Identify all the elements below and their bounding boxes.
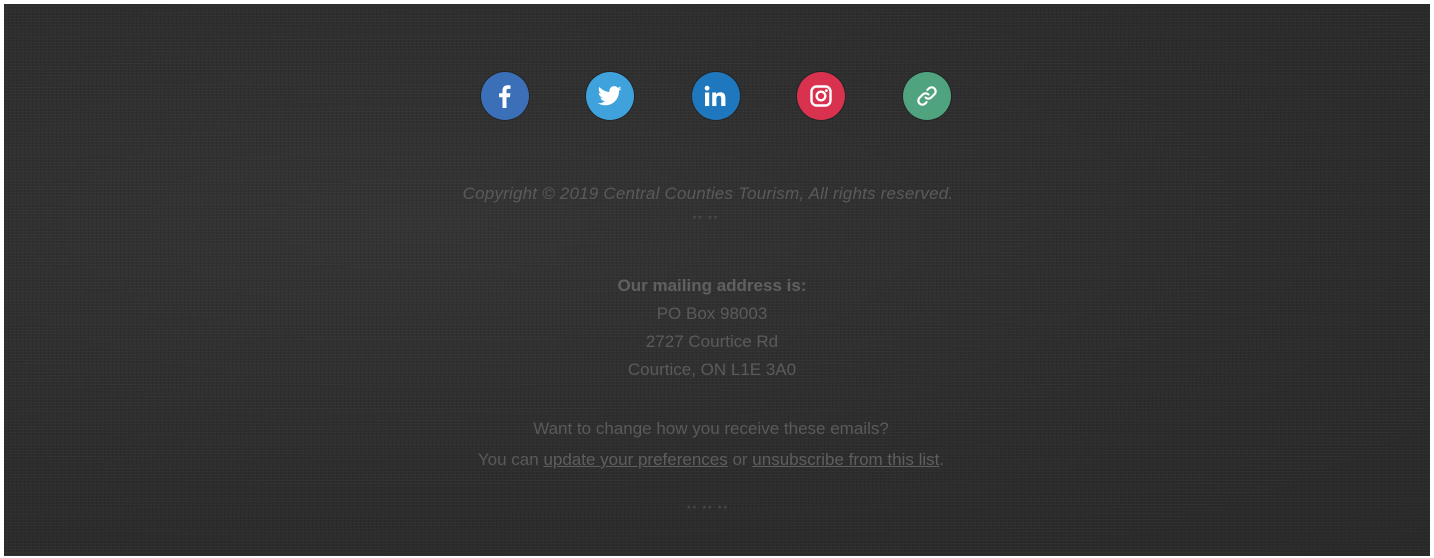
unsubscribe-link[interactable]: unsubscribe from this list: [752, 450, 939, 469]
twitter-link[interactable]: [586, 72, 634, 120]
instagram-link[interactable]: [797, 72, 845, 120]
address-heading: Our mailing address is:: [617, 276, 807, 295]
update-preferences-link[interactable]: update your preferences: [543, 450, 727, 469]
preferences-middle: or: [727, 450, 753, 469]
address-line-1: PO Box 98003: [656, 304, 768, 323]
website-link[interactable]: [903, 72, 951, 120]
facebook-link[interactable]: [481, 72, 529, 120]
linkedin-icon: [704, 85, 726, 106]
preferences-links-line: You can update your preferences or unsub…: [0, 444, 1424, 475]
mailing-address: Our mailing address is: PO Box 98003 272…: [0, 272, 1425, 384]
email-preferences: Want to change how you receive these ema…: [0, 413, 1424, 475]
preferences-prefix: You can: [477, 450, 544, 469]
twitter-icon: [598, 86, 622, 106]
address-line-2: 2727 Courtice Rd: [645, 332, 779, 351]
facebook-icon: [499, 85, 511, 108]
preferences-question: Want to change how you receive these ema…: [533, 419, 889, 438]
address-line-3: Courtice, ON L1E 3A0: [627, 360, 797, 379]
copyright-text: Copyright © 2019 Central Counties Touris…: [462, 184, 954, 203]
email-footer: Copyright © 2019 Central Counties Touris…: [4, 4, 1430, 556]
link-icon: [917, 86, 937, 106]
separator: ** ** **: [686, 504, 729, 514]
separator: ** **: [692, 214, 720, 224]
instagram-icon: [810, 85, 832, 107]
preferences-suffix: .: [939, 450, 945, 469]
linkedin-link[interactable]: [692, 72, 740, 120]
social-links: [4, 72, 1430, 122]
